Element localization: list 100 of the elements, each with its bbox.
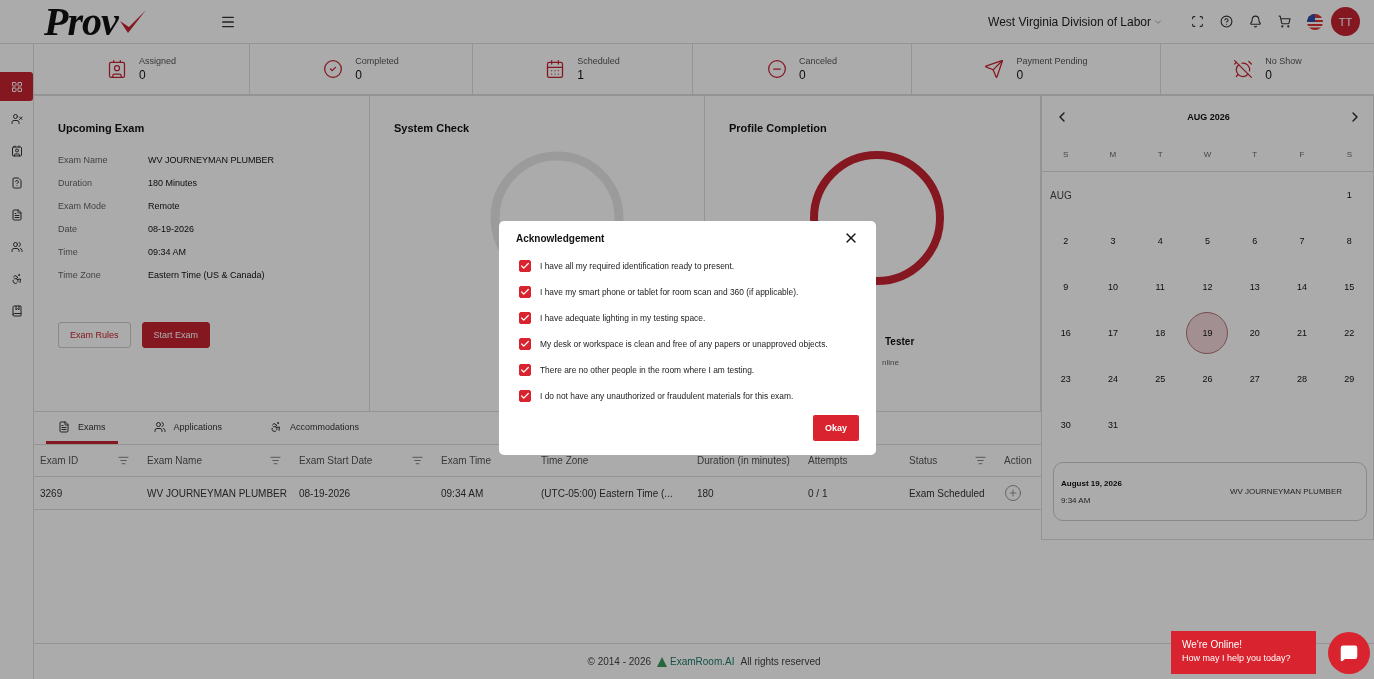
column-header: Time Zone	[541, 455, 589, 466]
calendar-title: AUG 2026	[1187, 112, 1230, 122]
field-label: Time	[58, 246, 79, 257]
stat-value: 1	[577, 68, 585, 82]
start-exam-button[interactable]: Start Exam	[141, 322, 211, 348]
send-icon	[984, 59, 1005, 79]
calendar-day[interactable]: 16	[1044, 312, 1087, 354]
flag-icon[interactable]	[1307, 13, 1323, 30]
dialog-title: Acknowledgement	[516, 232, 605, 244]
weekday-label: F	[1298, 150, 1306, 159]
calendar-day[interactable]: 25	[1139, 358, 1182, 400]
calendar-day[interactable]: 13	[1233, 266, 1276, 308]
dashboard-icon[interactable]	[0, 72, 33, 101]
stat-label: Payment Pending	[1016, 56, 1088, 66]
weekday-label: S	[1345, 150, 1353, 159]
calendar-day[interactable]: 1	[1328, 174, 1371, 216]
weekday-label: W	[1202, 150, 1213, 159]
tab[interactable]: Accommodations	[258, 412, 372, 444]
stat-value: 0	[799, 68, 807, 82]
field-value: 09:34 AM	[148, 246, 187, 257]
document-icon	[58, 420, 70, 433]
calendar-day[interactable]: 29	[1328, 358, 1371, 400]
tab[interactable]: Exams	[46, 412, 118, 444]
bell-icon[interactable]	[1249, 15, 1262, 28]
help-icon[interactable]	[1220, 15, 1233, 28]
calendar-day[interactable]: 18	[1139, 312, 1182, 354]
weekday-label: T	[1156, 150, 1164, 159]
calendar-day[interactable]: 30	[1044, 404, 1087, 446]
field-value: WV JOURNEYMAN PLUMBER	[148, 154, 274, 165]
table-cell-text: 08-19-2026	[299, 487, 352, 499]
checkbox-label: I have adequate lighting in my testing space.	[540, 313, 706, 323]
filter-icon[interactable]	[118, 455, 129, 466]
column-header: Attempts	[808, 455, 848, 466]
user-avatar[interactable]: TT	[1331, 7, 1360, 36]
calendar-day[interactable]: 2	[1044, 220, 1087, 262]
cart-icon[interactable]	[1278, 15, 1291, 28]
calendar-day[interactable]: 22	[1328, 312, 1371, 354]
checkbox[interactable]	[519, 286, 531, 298]
checkbox-label: I have my smart phone or tablet for room scan and 360 (if applicable).	[540, 287, 799, 297]
stat-label: No Show	[1265, 56, 1302, 66]
organization-selector[interactable]: West Virginia Division of Labor	[988, 14, 1151, 29]
checkbox[interactable]	[519, 338, 531, 350]
calendar-day[interactable]: 17	[1091, 312, 1134, 354]
calendar-day[interactable]: 21	[1281, 312, 1324, 354]
users-icon	[153, 420, 166, 433]
field-label: Duration	[58, 177, 94, 188]
calendar-day[interactable]: 15	[1328, 266, 1371, 308]
stat-label: Assigned	[139, 56, 176, 66]
filter-icon[interactable]	[270, 455, 281, 466]
column-header: Status	[909, 455, 938, 466]
checkbox[interactable]	[519, 390, 531, 402]
column-header: Exam Time	[441, 455, 491, 466]
checkbox[interactable]	[519, 312, 531, 324]
rights-text: All rights reserved	[740, 656, 821, 667]
calendar-day[interactable]: 23	[1044, 358, 1087, 400]
calendar-day[interactable]: 6	[1233, 220, 1276, 262]
checkbox[interactable]	[519, 364, 531, 376]
calendar-day[interactable]: 27	[1233, 358, 1276, 400]
field-value: Remote	[148, 200, 180, 211]
tab[interactable]: Applications	[141, 412, 235, 444]
column-header: Exam Start Date	[299, 455, 373, 466]
checkbox-label: I have all my required identification ready to present.	[540, 261, 735, 271]
calendar-day[interactable]: 26	[1186, 358, 1229, 400]
calendar-day[interactable]: 12	[1186, 266, 1229, 308]
calendar-day[interactable]: 14	[1281, 266, 1324, 308]
calendar-day[interactable]: 10	[1091, 266, 1134, 308]
calendar-icon	[545, 59, 566, 79]
calendar-day[interactable]: 31	[1091, 404, 1134, 446]
checkbox-label: There are no other people in the room where I am testing.	[540, 365, 755, 375]
field-value: 180 Minutes	[148, 177, 198, 188]
chat-icon[interactable]	[1328, 631, 1370, 674]
calendar-day[interactable]: 24	[1091, 358, 1134, 400]
exam-rules-button[interactable]: Exam Rules	[58, 322, 131, 348]
column-header: Action	[1004, 455, 1032, 466]
checkbox[interactable]	[519, 260, 531, 272]
profile-status: nline	[882, 358, 899, 367]
fullscreen-icon[interactable]	[1191, 15, 1204, 28]
calendar-day[interactable]: 19	[1186, 312, 1229, 354]
calendar-day[interactable]: 5	[1186, 220, 1229, 262]
weekday-label: T	[1251, 150, 1259, 159]
checkbox-label: My desk or workspace is clean and free of any papers or unapproved objects.	[540, 339, 828, 349]
calendar-day[interactable]: 28	[1281, 358, 1324, 400]
calendar-day[interactable]: 7	[1281, 220, 1324, 262]
field-label: Exam Mode	[58, 200, 108, 211]
check-circle-icon	[323, 59, 344, 79]
minus-circle-icon	[767, 59, 787, 79]
calendar-day[interactable]: 9	[1044, 266, 1087, 308]
calendar-day[interactable]: 8	[1328, 220, 1371, 262]
brand-link[interactable]: ExamRoom.AI	[657, 656, 735, 667]
calendar-day[interactable]: 4	[1139, 220, 1182, 262]
field-label: Exam Name	[58, 154, 109, 165]
filter-icon[interactable]	[975, 455, 986, 466]
calendar-day[interactable]: 11	[1139, 266, 1182, 308]
okay-button[interactable]: Okay	[813, 415, 859, 441]
calendar-day[interactable]: 3	[1091, 220, 1134, 262]
calendar-day[interactable]: 20	[1233, 312, 1276, 354]
id-badge-icon	[107, 59, 127, 79]
profile-name: Tester	[885, 336, 915, 347]
filter-icon[interactable]	[412, 455, 423, 466]
stat-value: 0	[139, 68, 147, 82]
